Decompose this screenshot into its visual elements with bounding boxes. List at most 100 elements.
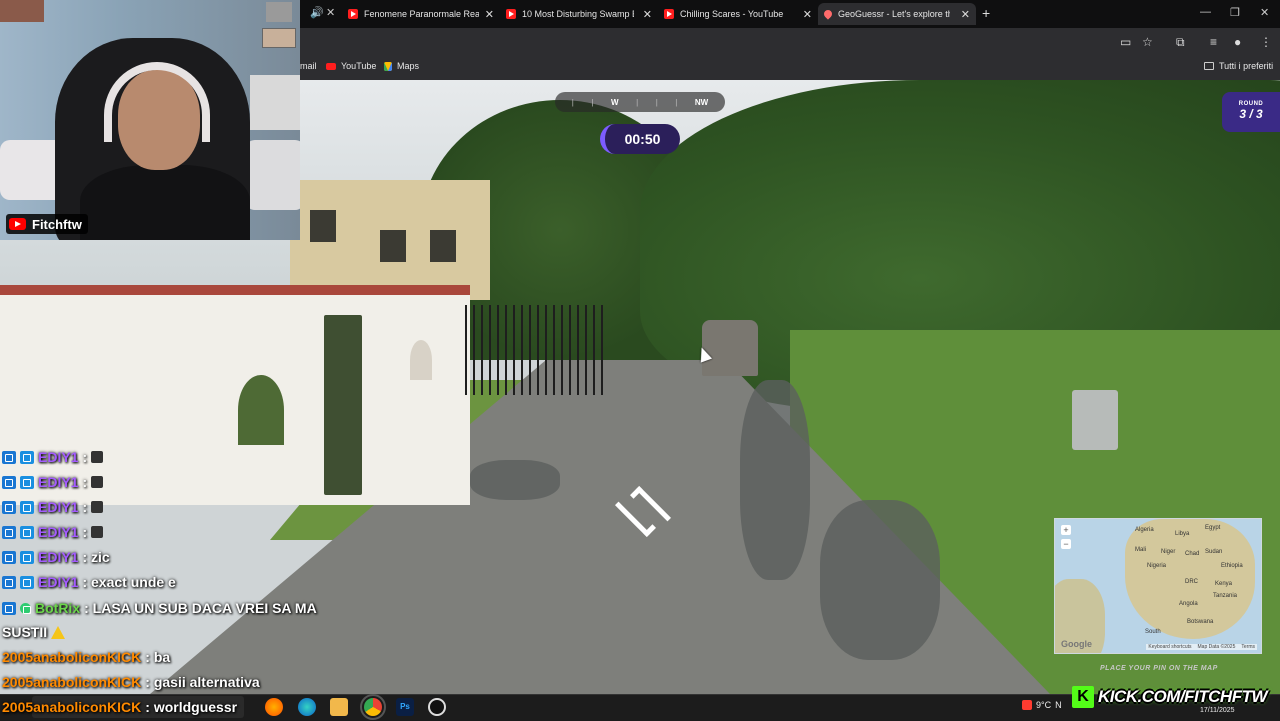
- map-footer: Keyboard shortcuts Map Data ©2025 Terms: [1146, 644, 1257, 650]
- bookmark-maps[interactable]: Maps: [384, 61, 419, 71]
- close-icon[interactable]: ✕: [643, 8, 652, 21]
- map-label: Algeria: [1135, 527, 1154, 533]
- tab-title: 10 Most Disturbing Swamp Enc: [522, 9, 634, 19]
- maps-icon: [384, 61, 392, 71]
- file-explorer-icon[interactable]: [330, 698, 348, 716]
- bookmark-youtube[interactable]: YouTube: [326, 61, 376, 71]
- extensions-icon[interactable]: ⧉: [1176, 35, 1185, 50]
- keyboard-shortcuts-link[interactable]: Keyboard shortcuts: [1148, 644, 1191, 650]
- map-label: Sudan: [1205, 549, 1223, 555]
- bookmark-mail[interactable]: mail: [300, 61, 317, 71]
- map-label: Mali: [1135, 547, 1147, 553]
- map-label: Egypt: [1205, 525, 1221, 531]
- chrome-icon[interactable]: [360, 694, 386, 720]
- map-label: South: [1145, 629, 1161, 635]
- map-data-credit: Map Data ©2025: [1197, 644, 1236, 650]
- bookmark-label: Tutti i preferiti: [1219, 61, 1274, 71]
- kick-channel-url: KICK.COM/FITCHFTW: [1098, 687, 1268, 706]
- guess-minimap[interactable]: Algeria Libya Egypt Mali Niger Chad Suda…: [1054, 518, 1262, 654]
- iron-fence: [465, 305, 605, 395]
- google-logo: Google: [1061, 639, 1092, 649]
- pillow: [245, 140, 300, 210]
- map-label: Nigeria: [1147, 563, 1167, 569]
- close-icon[interactable]: ✕: [961, 8, 970, 21]
- map-label: Kenya: [1215, 581, 1233, 587]
- white-wall: [0, 295, 470, 505]
- minimize-icon[interactable]: —: [1200, 6, 1211, 18]
- terms-link[interactable]: Terms: [1241, 644, 1255, 650]
- new-tab-button[interactable]: +: [982, 5, 990, 21]
- weather-suffix: N: [1055, 700, 1062, 710]
- map-pin-icon: [822, 8, 834, 20]
- map-label: Niger: [1161, 549, 1176, 555]
- youtube-icon: [664, 9, 674, 19]
- tab-close-icon[interactable]: ✕: [326, 6, 335, 19]
- zoom-out-button[interactable]: −: [1061, 539, 1071, 549]
- bookmark-label: mail: [300, 61, 317, 71]
- restore-icon[interactable]: ❐: [1230, 6, 1240, 19]
- close-window-icon[interactable]: ✕: [1260, 6, 1269, 19]
- streamer-tag: Fitchftw: [6, 214, 88, 234]
- speaker-icon[interactable]: 🔊: [310, 6, 324, 19]
- youtube-icon: [348, 9, 358, 19]
- wall-frame: [0, 0, 44, 22]
- bookmark-label: Maps: [397, 61, 420, 71]
- chat-username: 2005anaboliconKICK: [2, 699, 142, 715]
- round-indicator: ROUND 3 / 3: [1222, 92, 1280, 132]
- tab-swamp[interactable]: 10 Most Disturbing Swamp Enc ✕: [500, 3, 658, 25]
- tab-title: Fenomene Paranormale Reale: [364, 9, 479, 19]
- puddle: [820, 500, 940, 660]
- weather-widget[interactable]: 9°C N: [1022, 700, 1062, 710]
- puddle: [740, 380, 810, 580]
- trash-bin: [1072, 390, 1118, 450]
- compass-northwest-label: NW: [694, 97, 709, 107]
- edge-icon[interactable]: [298, 698, 316, 716]
- streamer-name: Fitchftw: [32, 216, 82, 232]
- cast-icon[interactable]: ▭: [1120, 35, 1131, 49]
- youtube-icon: [9, 218, 26, 230]
- wall-frame: [266, 2, 292, 22]
- tab-title: GeoGuessr - Let's explore the w: [838, 9, 950, 19]
- chat-text: : worldguessr: [145, 699, 238, 715]
- streamer-body: [80, 165, 250, 240]
- kick-logo-icon: K: [1072, 686, 1094, 708]
- kick-channel-banner: K KICK.COM/FITCHFTW: [1072, 684, 1268, 710]
- puddle: [470, 460, 560, 500]
- firefox-icon[interactable]: [265, 698, 283, 716]
- folder-icon: [1204, 62, 1214, 70]
- media-icon[interactable]: ≡: [1210, 35, 1217, 49]
- photoshop-icon[interactable]: Ps: [396, 698, 414, 716]
- weather-icon: [1022, 700, 1032, 710]
- tab-fenomene[interactable]: Fenomene Paranormale Reale ✕: [342, 3, 500, 25]
- zoom-in-button[interactable]: +: [1061, 525, 1071, 535]
- covered-cart: [702, 320, 758, 376]
- profile-icon[interactable]: ●: [1234, 35, 1241, 49]
- close-icon[interactable]: ✕: [485, 8, 494, 21]
- compass: | | W | | | NW: [555, 92, 725, 112]
- map-label: Botswana: [1187, 619, 1214, 625]
- shelf: [250, 75, 300, 130]
- map-label: DRC: [1185, 579, 1198, 585]
- webcam-overlay: Fitchftw: [0, 0, 300, 240]
- round-value: 3 / 3: [1239, 107, 1263, 121]
- menu-icon[interactable]: ⋮: [1260, 35, 1272, 49]
- round-timer: 00:50: [600, 124, 680, 154]
- tab-chilling-scares[interactable]: Chilling Scares - YouTube ✕: [658, 3, 818, 25]
- close-icon[interactable]: ✕: [803, 8, 812, 21]
- place-pin-hint: PLACE YOUR PIN ON THE MAP: [1100, 665, 1218, 672]
- all-bookmarks[interactable]: Tutti i preferiti: [1204, 61, 1273, 71]
- bookmark-label: YouTube: [341, 61, 377, 71]
- youtube-icon: [506, 9, 516, 19]
- timer-value: 00:50: [624, 131, 661, 147]
- youtube-icon: [326, 62, 336, 70]
- obs-icon[interactable]: [428, 698, 446, 716]
- wall-frame: [262, 28, 296, 48]
- building: [290, 180, 490, 300]
- map-label: Libya: [1175, 531, 1190, 537]
- star-icon[interactable]: ☆: [1142, 35, 1153, 49]
- map-label: Ethiopia: [1221, 563, 1243, 569]
- tab-title: Chilling Scares - YouTube: [680, 9, 784, 19]
- compass-west-label: W: [610, 97, 619, 107]
- tab-geoguessr[interactable]: GeoGuessr - Let's explore the w ✕: [818, 3, 976, 25]
- map-label: Chad: [1185, 551, 1200, 557]
